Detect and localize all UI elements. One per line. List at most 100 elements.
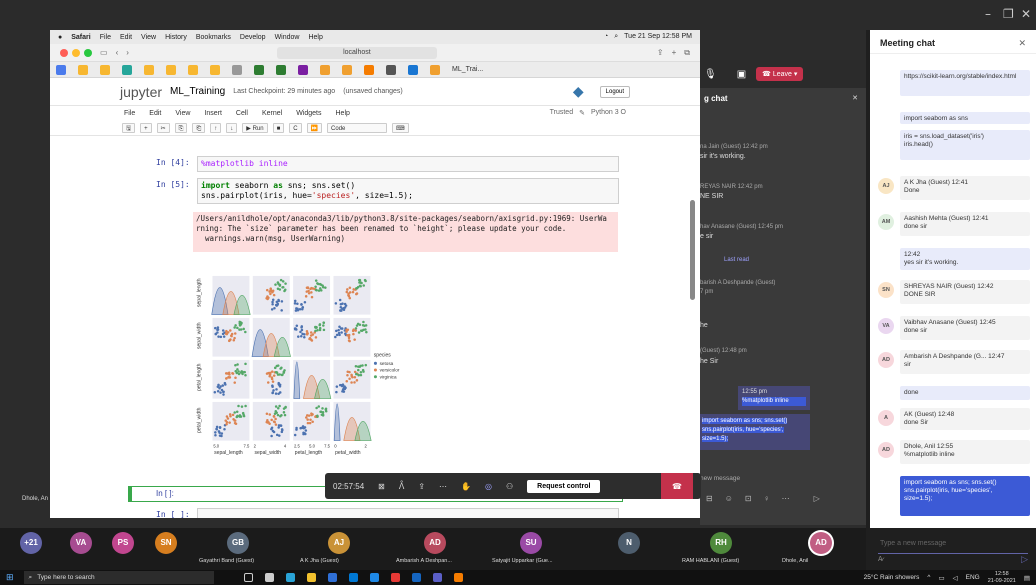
save-icon[interactable]: 🖫 xyxy=(122,122,136,133)
network-icon[interactable]: ▭ xyxy=(938,574,944,582)
more-icon[interactable]: ⋯ xyxy=(782,494,790,503)
participant-avatar[interactable]: AD xyxy=(810,532,832,554)
share-icon[interactable]: ⇪ xyxy=(418,482,425,491)
fav-icon[interactable] xyxy=(408,64,418,75)
avatar[interactable]: SN xyxy=(878,282,894,298)
fav-icon[interactable] xyxy=(210,64,220,75)
menu-window[interactable]: Window xyxy=(275,34,300,41)
jmenu-kernel[interactable]: Kernel xyxy=(262,110,282,117)
gif-icon[interactable]: ⊡ xyxy=(745,494,752,503)
fav-icon[interactable] xyxy=(386,64,396,75)
file-explorer-icon[interactable] xyxy=(306,573,316,582)
avatar[interactable]: AJ xyxy=(878,178,894,194)
send-icon[interactable]: ▷ xyxy=(814,494,820,503)
fav-icon[interactable] xyxy=(430,64,440,75)
logout-button[interactable]: Logout xyxy=(599,85,630,98)
menu-develop[interactable]: Develop xyxy=(240,34,266,41)
participants-icon[interactable]: ⚇ xyxy=(506,482,513,491)
fav-icon[interactable] xyxy=(144,64,154,75)
fav-icon[interactable] xyxy=(100,64,110,75)
participant-avatar[interactable]: N xyxy=(618,532,640,554)
chat-message[interactable]: VA Vaibhav Anasane (Guest) 12:45 done sir xyxy=(878,316,1030,340)
fav-icon[interactable] xyxy=(298,64,308,75)
leave-button[interactable]: ☎ Leave ▾ xyxy=(756,67,804,81)
code-input[interactable]: %matplotlib inline xyxy=(197,156,619,172)
menu-bookmarks[interactable]: Bookmarks xyxy=(196,34,231,41)
menu-help[interactable]: Help xyxy=(308,34,322,41)
settings-icon[interactable] xyxy=(411,573,421,582)
move-down-icon[interactable]: ↓ xyxy=(226,122,238,133)
minimize-icon[interactable]: – xyxy=(985,7,991,21)
jupyter-logo[interactable]: jupyter xyxy=(120,84,162,100)
menu-history[interactable]: History xyxy=(165,34,187,41)
fav-icon[interactable] xyxy=(166,64,176,75)
notifications-icon[interactable]: ▤ xyxy=(1024,574,1030,582)
notebook-title[interactable]: ML_Training xyxy=(170,86,225,97)
jmenu-edit[interactable]: Edit xyxy=(149,110,161,117)
task-view-icon[interactable] xyxy=(243,573,253,582)
cut-icon[interactable]: ✂ xyxy=(156,122,170,133)
fav-icon[interactable] xyxy=(122,64,132,75)
active-tab[interactable]: ML_Trai... xyxy=(452,66,483,73)
avatar[interactable]: AD xyxy=(878,352,894,368)
menu-edit[interactable]: Edit xyxy=(120,34,132,41)
weather-text[interactable]: 25°C Rain showers xyxy=(864,574,920,581)
send-icon[interactable]: ▷ xyxy=(1021,554,1028,565)
chat-message[interactable]: AM Aashish Mehta (Guest) 12:41 done sir xyxy=(878,212,1030,236)
attach-icon[interactable]: ⊟ xyxy=(706,494,713,503)
add-cell-icon[interactable]: + xyxy=(140,122,152,133)
sidebar-icon[interactable]: ▭ xyxy=(100,48,108,57)
participant-avatar[interactable]: PS xyxy=(112,532,134,554)
fav-icon[interactable] xyxy=(78,64,88,75)
chat-message[interactable]: AD Ambarish A Deshpande (G... 12:47 sir xyxy=(878,350,1030,374)
store-icon[interactable] xyxy=(327,573,337,582)
participant-avatar[interactable]: SU xyxy=(520,532,542,554)
participant-avatar[interactable]: AJ xyxy=(328,532,350,554)
fav-icon[interactable] xyxy=(364,64,374,75)
address-bar[interactable]: localhost xyxy=(276,46,437,59)
emoji-icon[interactable]: ☺ xyxy=(725,494,733,503)
volume-icon[interactable]: ◁ xyxy=(953,574,958,582)
jmenu-view[interactable]: View xyxy=(175,110,190,117)
chat-message[interactable]: done xyxy=(878,386,1030,400)
paste-icon[interactable]: ⎗ xyxy=(192,122,206,133)
camera-off-icon[interactable]: ⊠ xyxy=(378,482,385,491)
chat-message[interactable]: iris = sns.load_dataset('iris') iris.hea… xyxy=(878,130,1030,160)
share-screen-icon[interactable]: ▣ xyxy=(737,69,746,80)
mic-icon[interactable]: 🎙 xyxy=(704,69,717,80)
chat-icon[interactable]: ◎ xyxy=(485,482,492,491)
jmenu-widgets[interactable]: Widgets xyxy=(296,110,321,117)
hang-up-button[interactable]: ☎ xyxy=(661,473,693,499)
chat-message[interactable]: import seaborn as sns xyxy=(878,112,1030,124)
copy-icon[interactable]: ⎘ xyxy=(174,122,188,133)
mic-off-icon[interactable]: ᐰ xyxy=(399,482,404,491)
participant-avatar[interactable]: SN xyxy=(155,532,177,554)
fav-icon[interactable] xyxy=(188,64,198,75)
request-control-button[interactable]: Request control xyxy=(527,479,601,493)
minimize-dot-icon[interactable] xyxy=(72,48,80,57)
forward-icon[interactable]: › xyxy=(126,48,129,57)
stop-icon[interactable]: ■ xyxy=(272,122,285,133)
participant-avatar[interactable]: VA xyxy=(70,532,92,554)
teams-icon[interactable] xyxy=(432,573,442,582)
clock[interactable]: 12:58 21-09-2021 xyxy=(988,571,1016,585)
raise-hand-icon[interactable]: ✋ xyxy=(461,482,471,491)
close-icon[interactable]: ✕ xyxy=(1021,7,1031,21)
mail-icon[interactable] xyxy=(348,573,358,582)
format-icon[interactable]: A̷ xyxy=(878,556,883,563)
tabs-icon[interactable]: ⧉ xyxy=(684,48,690,58)
jmenu-help[interactable]: Help xyxy=(336,110,350,117)
keyboard-icon[interactable]: ⌨ xyxy=(392,122,409,133)
sticker-icon[interactable]: ♀ xyxy=(764,494,770,503)
menu-file[interactable]: File xyxy=(100,34,111,41)
more-icon[interactable]: ⋯ xyxy=(439,482,447,491)
chat-message[interactable]: AJ A K Jha (Guest) 12:41 Done xyxy=(878,176,1030,200)
close-icon[interactable]: ✕ xyxy=(1018,38,1026,49)
apple-icon[interactable]: ● xyxy=(58,34,62,41)
participant-avatar[interactable]: GB xyxy=(227,532,249,554)
avatar[interactable]: AM xyxy=(878,214,894,230)
chat-message[interactable]: SN SHREYAS NAIR (Guest) 12:42 DONE SIR xyxy=(878,280,1030,304)
windows-start-icon[interactable]: ⊞ xyxy=(6,572,14,583)
code-input[interactable]: import seaborn as sns; sns.set() sns.pai… xyxy=(197,178,619,204)
new-tab-icon[interactable]: + xyxy=(672,48,677,57)
